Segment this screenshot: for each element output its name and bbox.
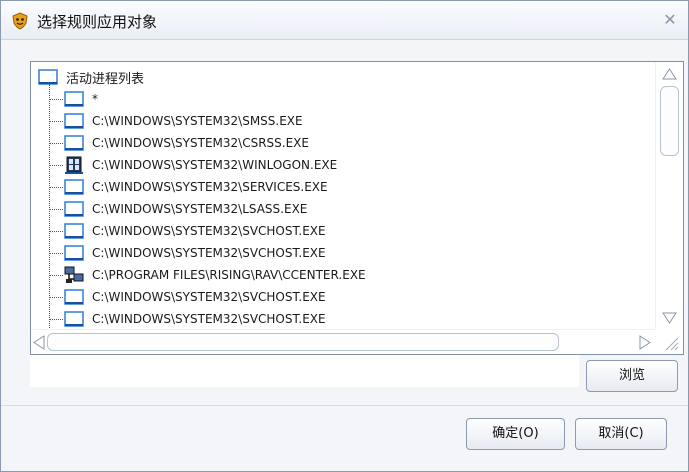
tree-item-label: C:\WINDOWS\SYSTEM32\LSASS.EXE (92, 202, 308, 216)
tree-item-label: C:\WINDOWS\SYSTEM32\SVCHOST.EXE (92, 312, 326, 326)
window-icon (64, 113, 84, 129)
window-icon (64, 245, 84, 261)
tree-branch-line (50, 98, 63, 100)
tree-item-label: C:\WINDOWS\SYSTEM32\SVCHOST.EXE (92, 290, 326, 304)
title-bar[interactable]: 选择规则应用对象 ✕ (1, 1, 688, 40)
tree-item[interactable]: C:\WINDOWS\SYSTEM32\SMSS.EXE (50, 110, 303, 132)
tree-branch-line (50, 296, 63, 298)
window-icon (64, 311, 84, 327)
cancel-button[interactable]: 取消(C) (575, 418, 667, 450)
scroll-up-icon[interactable] (662, 68, 677, 80)
window-icon (64, 179, 84, 195)
tree-branch-line (50, 208, 63, 210)
tree-item[interactable]: C:\WINDOWS\SYSTEM32\WINLOGON.EXE (50, 154, 337, 176)
scroll-right-icon[interactable] (639, 335, 651, 350)
tree-root-label: 活动进程列表 (66, 71, 145, 87)
tree-item[interactable]: C:\WINDOWS\SYSTEM32\SERVICES.EXE (50, 176, 328, 198)
process-tree[interactable]: 活动进程列表 * C:\WINDOWS\SYSTEM32\SMSS.EXE C:\W… (30, 61, 684, 355)
window-icon (64, 201, 84, 217)
tree-branch-line (50, 318, 63, 320)
tree-item[interactable]: C:\WINDOWS\SYSTEM32\SVCHOST.EXE (50, 220, 326, 242)
tree-root-node[interactable]: 活动进程列表 (37, 67, 144, 87)
window-icon (64, 91, 84, 107)
dialog-title: 选择规则应用对象 (37, 13, 158, 31)
tree-item[interactable]: C:\WINDOWS\SYSTEM32\SVCHOST.EXE (50, 242, 326, 264)
scroll-left-icon[interactable] (33, 335, 45, 350)
tree-branch-line (50, 120, 63, 122)
tree-item-label: * (92, 92, 98, 106)
window-icon (64, 223, 84, 239)
tree-item[interactable]: C:\WINDOWS\SYSTEM32\SVCHOST.EXE (50, 308, 326, 330)
tree-item[interactable]: * (50, 88, 98, 110)
horizontal-scrollbar[interactable] (31, 329, 655, 354)
close-icon[interactable]: ✕ (663, 10, 676, 29)
winlogon-icon (65, 156, 83, 174)
tree-item[interactable]: C:\WINDOWS\SYSTEM32\CSRSS.EXE (50, 132, 309, 154)
ok-button[interactable]: 确定(O) (466, 418, 565, 450)
path-input[interactable] (30, 355, 579, 387)
dialog-window: 选择规则应用对象 ✕ 活动进程列表 * C:\WINDOWS\SYSTEM32\S… (0, 0, 689, 472)
tree-branch-line (50, 274, 63, 276)
window-icon (64, 289, 84, 305)
tree-item[interactable]: C:\WINDOWS\SYSTEM32\SVCHOST.EXE (50, 286, 326, 308)
vertical-scroll-thumb[interactable] (660, 86, 679, 156)
app-shield-icon (12, 12, 28, 30)
tree-item-label: C:\WINDOWS\SYSTEM32\SMSS.EXE (92, 114, 303, 128)
resize-grip[interactable] (656, 330, 683, 354)
window-icon (38, 69, 58, 85)
tree-item[interactable]: C:\PROGRAM FILES\RISING\RAV\CCENTER.EXE (50, 264, 366, 286)
tree-branch-line (50, 252, 63, 254)
tree-content: 活动进程列表 * C:\WINDOWS\SYSTEM32\SMSS.EXE C:\W… (31, 62, 655, 330)
tree-item-label: C:\WINDOWS\SYSTEM32\CSRSS.EXE (92, 136, 309, 150)
close-button[interactable]: ✕ (660, 10, 680, 30)
tree-item-label: C:\WINDOWS\SYSTEM32\SERVICES.EXE (92, 180, 328, 194)
footer-divider (1, 405, 688, 406)
browse-button[interactable]: 浏览 (586, 360, 678, 392)
tree-item[interactable]: C:\WINDOWS\SYSTEM32\LSASS.EXE (50, 198, 307, 220)
window-icon (64, 135, 84, 151)
horizontal-scroll-thumb[interactable] (47, 333, 559, 351)
tree-item-label: C:\WINDOWS\SYSTEM32\SVCHOST.EXE (92, 224, 326, 238)
network-computers-icon (64, 266, 84, 283)
tree-item-label: C:\WINDOWS\SYSTEM32\WINLOGON.EXE (92, 158, 338, 172)
tree-branch-line (50, 186, 63, 188)
scroll-down-icon[interactable] (662, 312, 677, 324)
tree-branch-line (50, 164, 63, 166)
tree-branch-line (50, 142, 63, 144)
tree-branch-line (50, 230, 63, 232)
tree-item-label: C:\WINDOWS\SYSTEM32\SVCHOST.EXE (92, 246, 326, 260)
vertical-scrollbar[interactable] (655, 62, 683, 330)
resize-grip-icon[interactable] (656, 330, 683, 354)
tree-item-label: C:\PROGRAM FILES\RISING\RAV\CCENTER.EXE (92, 268, 366, 282)
